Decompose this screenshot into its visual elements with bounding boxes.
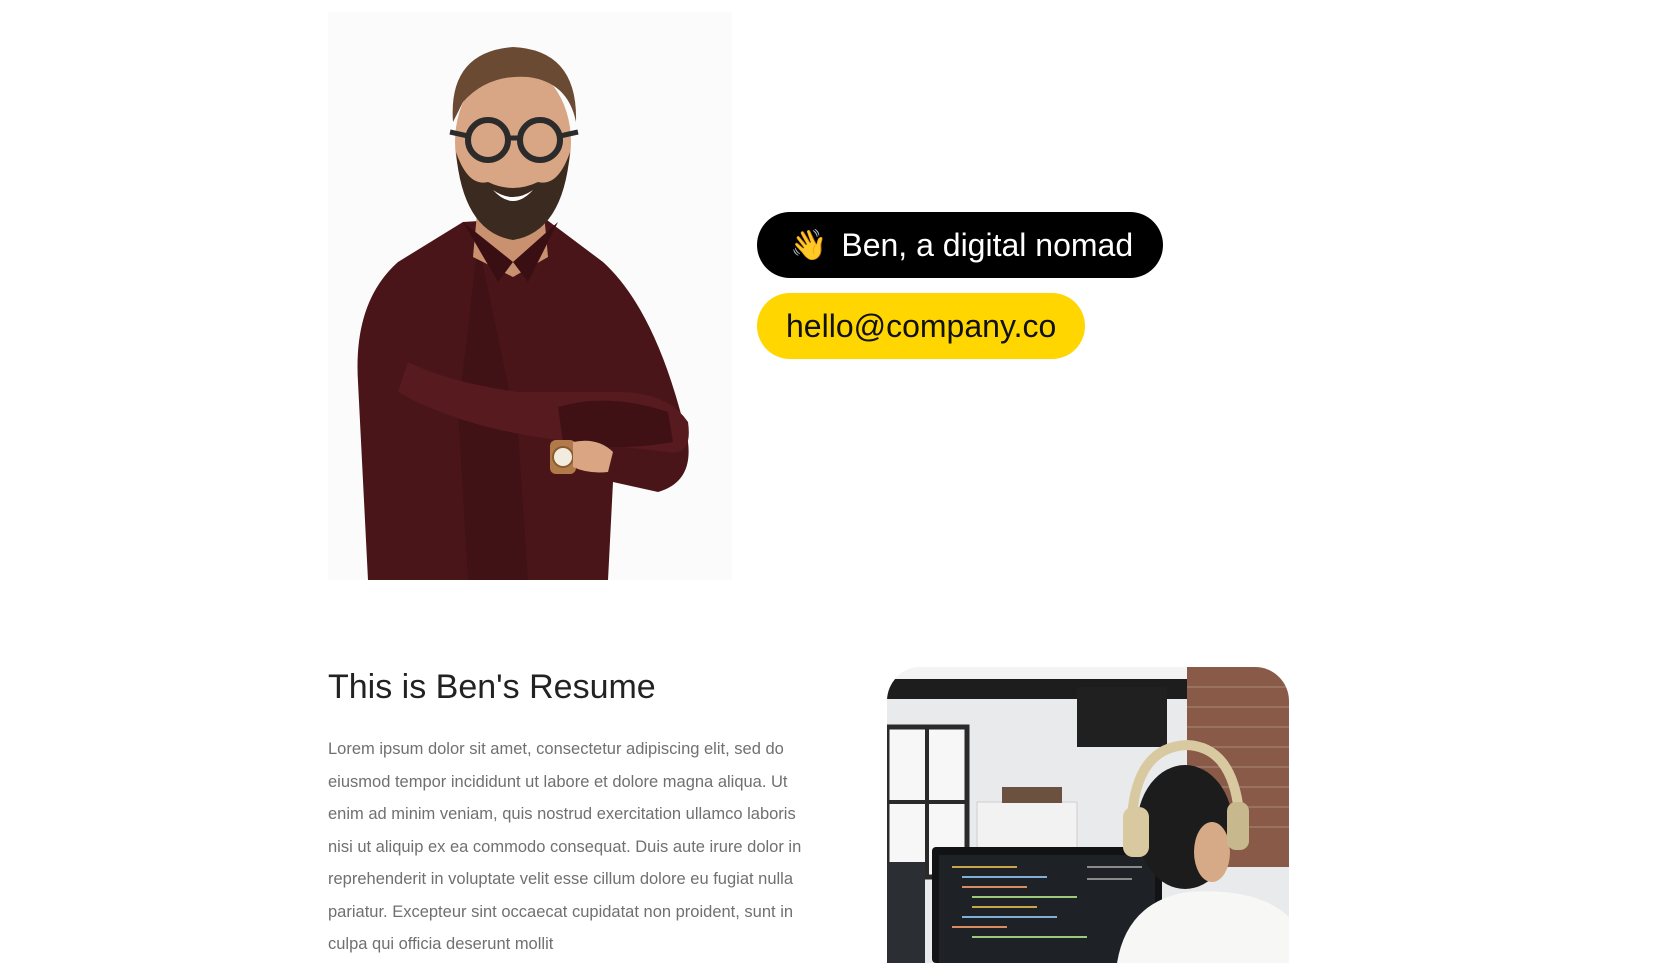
portrait-photo [328,12,732,580]
resume-title: This is Ben's Resume [328,668,656,706]
email-button[interactable]: hello@company.co [757,293,1086,359]
waving-hand-icon: 👋 [790,228,828,262]
name-pill: 👋 Ben, a digital nomad [757,212,1164,278]
resume-body-text: Lorem ipsum dolor sit amet, consectetur … [328,740,802,953]
name-pill-label: Ben, a digital nomad [841,226,1134,263]
email-label: hello@company.co [786,307,1057,344]
workspace-photo [887,667,1289,963]
